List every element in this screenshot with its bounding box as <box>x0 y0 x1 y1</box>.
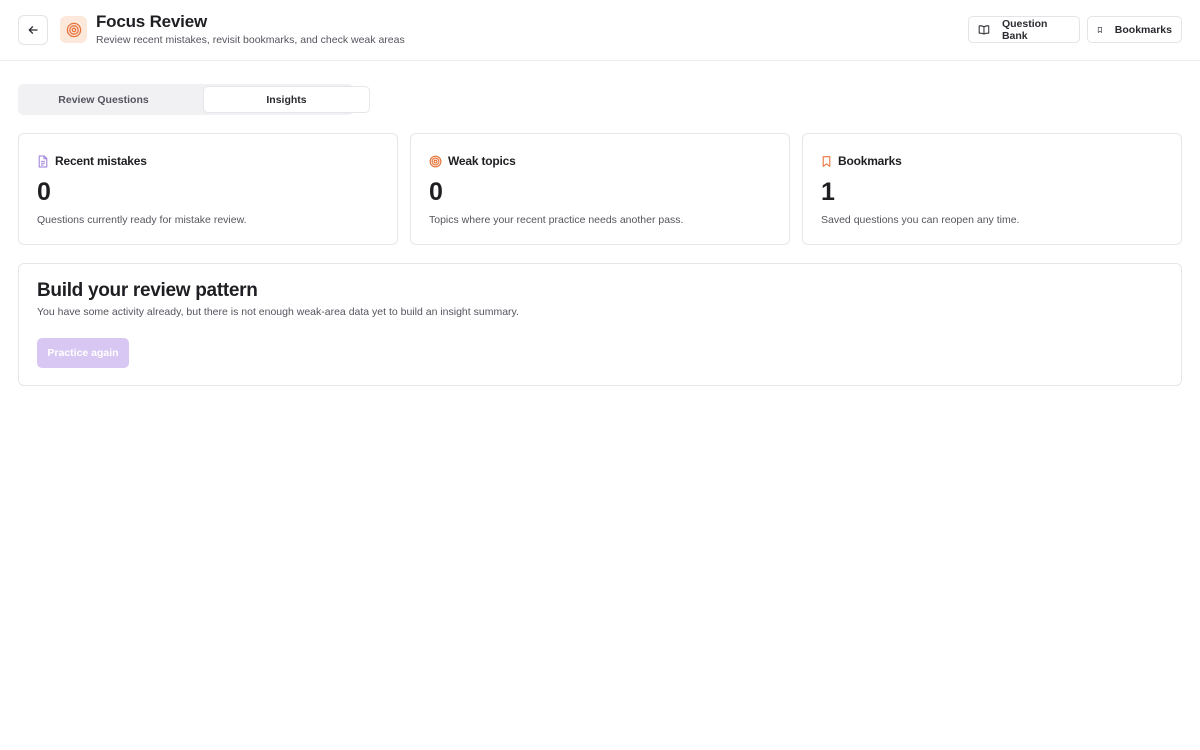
target-icon <box>66 22 81 37</box>
weak-topics-count: 0 <box>429 178 443 206</box>
card-title: Recent mistakes <box>55 154 147 168</box>
open-book-icon <box>978 24 990 35</box>
view-tabs: Review Questions Insights <box>18 84 369 115</box>
target-icon <box>429 155 442 167</box>
card-header: Recent mistakes <box>37 154 147 168</box>
insight-panel-description: You have some activity already, but ther… <box>37 306 519 318</box>
bookmarks-button[interactable]: Bookmarks <box>1087 16 1182 43</box>
arrow-left-icon <box>28 26 38 34</box>
practice-again-button[interactable]: Practice again <box>37 338 129 368</box>
card-title: Bookmarks <box>838 154 902 168</box>
back-button[interactable] <box>18 15 48 45</box>
card-description: Topics where your recent practice needs … <box>429 214 684 226</box>
app-logo <box>60 16 87 43</box>
insight-panel: Build your review pattern You have some … <box>18 263 1182 386</box>
card-title: Weak topics <box>448 154 516 168</box>
insight-panel-title: Build your review pattern <box>37 280 258 301</box>
page-subtitle: Review recent mistakes, revisit bookmark… <box>96 34 405 46</box>
bookmarks-count: 1 <box>821 178 835 206</box>
card-description: Saved questions you can reopen any time. <box>821 214 1020 226</box>
recent-mistakes-card: Recent mistakes 0 Questions currently re… <box>18 133 398 245</box>
weak-topics-card: Weak topics 0 Topics where your recent p… <box>410 133 790 245</box>
recent-mistakes-count: 0 <box>37 178 51 206</box>
card-header: Weak topics <box>429 154 516 168</box>
tab-insights[interactable]: Insights <box>204 87 369 112</box>
question-bank-label: Question Bank <box>1001 17 1048 42</box>
document-icon <box>38 155 48 167</box>
card-description: Questions currently ready for mistake re… <box>37 214 247 226</box>
bookmark-icon <box>822 155 831 167</box>
page-header: Focus Review Review recent mistakes, rev… <box>0 0 1200 61</box>
bookmarks-label: Bookmarks <box>1114 23 1172 36</box>
bookmarks-card: Bookmarks 1 Saved questions you can reop… <box>802 133 1182 245</box>
card-header: Bookmarks <box>821 154 902 168</box>
page-title: Focus Review <box>96 12 207 31</box>
question-bank-button[interactable]: Question Bank <box>968 16 1080 43</box>
bookmark-icon <box>1097 26 1102 33</box>
tab-review-questions[interactable]: Review Questions <box>21 87 186 112</box>
